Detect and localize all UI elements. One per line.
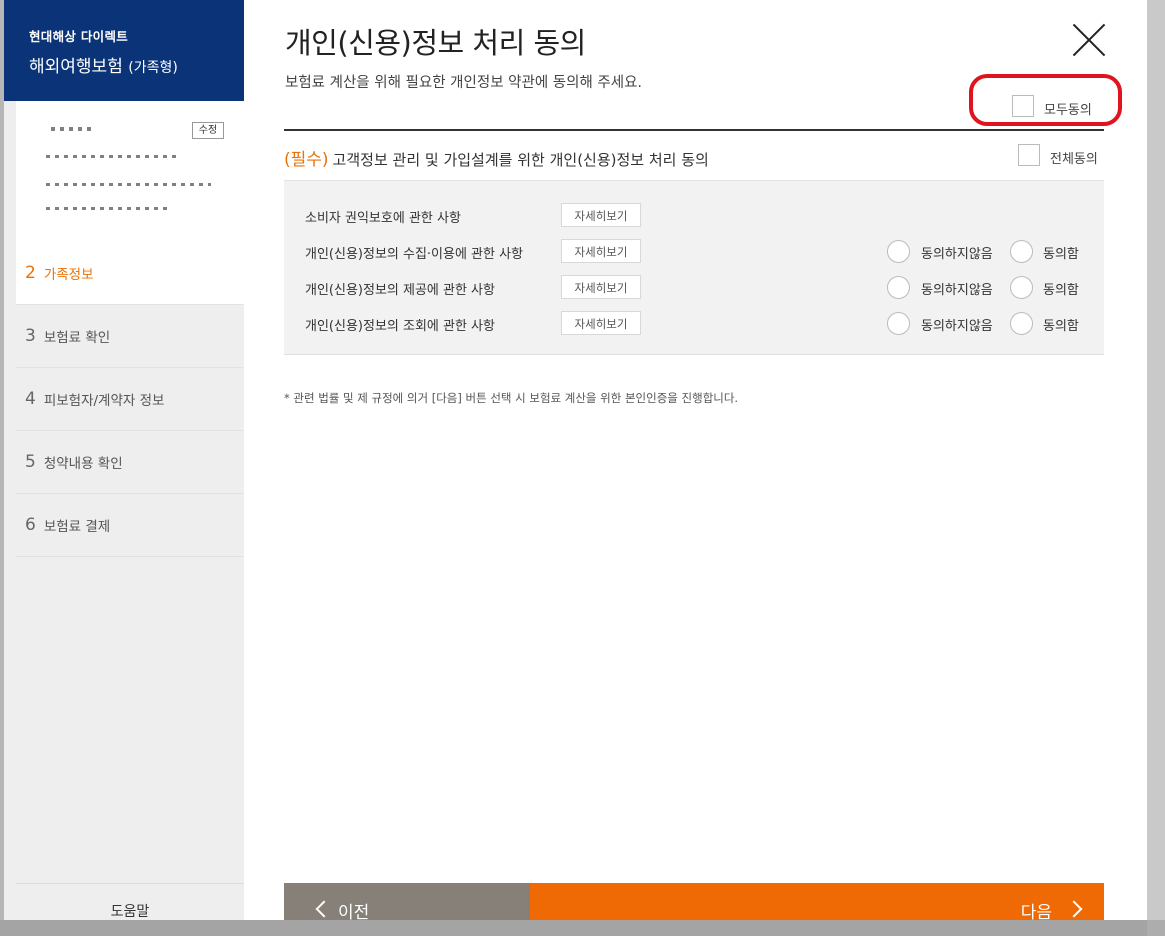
brand-header: 현대해상 다이렉트 해외여행보험 (가족형) [4, 0, 244, 101]
page-subtitle: 보험료 계산을 위해 필요한 개인정보 약관에 동의해 주세요. [285, 75, 643, 91]
agree-radio[interactable] [1010, 312, 1033, 335]
product-title: 해외여행보험 [29, 57, 123, 77]
consent-items: 소비자 권익보호에 관한 사항 자세히보기 개인(신용)정보의 수집·이용에 관… [284, 180, 1104, 355]
consent-modal: 현대해상 다이렉트 해외여행보험 (가족형) 수정 2 가족정보 3 보험료 확… [4, 0, 1147, 920]
detail-button[interactable]: 자세히보기 [561, 239, 641, 263]
section-title: (필수) 고객정보 관리 및 가입설계를 위한 개인(신용)정보 처리 동의 [284, 145, 709, 170]
help-link[interactable]: 도움말 [16, 883, 244, 920]
agree-all-checkbox[interactable] [1012, 95, 1034, 117]
step-premium-payment[interactable]: 6 보험료 결제 [16, 494, 244, 557]
step-application-review[interactable]: 5 청약내용 확인 [16, 431, 244, 494]
agree-all-label[interactable]: 모두동의 [1044, 99, 1092, 118]
next-label: 다음 [1020, 903, 1052, 920]
step-label: 보험료 결제 [43, 519, 111, 535]
agree-label[interactable]: 동의함 [1043, 315, 1079, 334]
divider [284, 129, 1104, 131]
chevron-right-icon [1065, 900, 1083, 918]
product-name: 해외여행보험 (가족형) [29, 52, 178, 77]
chevron-left-icon [315, 900, 333, 918]
agree-radio[interactable] [1010, 276, 1033, 299]
consent-label: 개인(신용)정보의 제공에 관한 사항 [305, 283, 495, 298]
step-label: 청약내용 확인 [43, 456, 123, 472]
detail-button[interactable]: 자세히보기 [561, 203, 641, 227]
disagree-label[interactable]: 동의하지않음 [921, 243, 993, 262]
next-button[interactable]: 다음 [530, 883, 1104, 920]
edit-button[interactable]: 수정 [192, 122, 224, 139]
disagree-radio[interactable] [887, 276, 910, 299]
product-subtitle: (가족형) [128, 60, 178, 76]
redacted-text [46, 155, 176, 158]
prev-label: 이전 [338, 903, 370, 920]
disagree-label[interactable]: 동의하지않음 [921, 315, 993, 334]
legal-note: * 관련 법률 및 제 규정에 의거 [다음] 버튼 선택 시 보험료 계산을 … [284, 391, 739, 405]
step-number: 2 [25, 263, 36, 283]
step-number: 4 [25, 389, 36, 409]
disagree-radio[interactable] [887, 312, 910, 335]
step-premium-check[interactable]: 3 보험료 확인 [16, 305, 244, 368]
redacted-text [46, 183, 211, 186]
close-icon[interactable] [1072, 23, 1106, 57]
consent-label: 개인(신용)정보의 조회에 관한 사항 [305, 319, 495, 334]
agree-label[interactable]: 동의함 [1043, 279, 1079, 298]
section-title-text: 고객정보 관리 및 가입설계를 위한 개인(신용)정보 처리 동의 [332, 151, 709, 169]
step-label: 피보험자/계약자 정보 [43, 393, 165, 409]
step-insured-contractor-info[interactable]: 4 피보험자/계약자 정보 [16, 368, 244, 431]
company-name: 현대해상 다이렉트 [29, 29, 129, 44]
consent-label: 소비자 권익보호에 관한 사항 [305, 211, 461, 226]
vertical-scrollbar[interactable] [1147, 0, 1165, 936]
horizontal-scrollbar[interactable] [0, 920, 1165, 936]
sidebar: 현대해상 다이렉트 해외여행보험 (가족형) 수정 2 가족정보 3 보험료 확… [4, 0, 244, 920]
step-list: 2 가족정보 3 보험료 확인 4 피보험자/계약자 정보 5 청약내용 확인 … [16, 242, 244, 557]
consent-row: 개인(신용)정보의 조회에 관한 사항 자세히보기 동의하지않음 동의함 [284, 311, 1104, 337]
redacted-text [46, 207, 171, 210]
page-title: 개인(신용)정보 처리 동의 [285, 26, 586, 60]
agree-label[interactable]: 동의함 [1043, 243, 1079, 262]
consent-row: 개인(신용)정보의 제공에 관한 사항 자세히보기 동의하지않음 동의함 [284, 275, 1104, 301]
step-number: 5 [25, 452, 36, 472]
consent-row: 개인(신용)정보의 수집·이용에 관한 사항 자세히보기 동의하지않음 동의함 [284, 239, 1104, 265]
consent-label: 개인(신용)정보의 수집·이용에 관한 사항 [305, 247, 524, 262]
consent-row: 소비자 권익보호에 관한 사항 자세히보기 [284, 203, 1104, 229]
agree-all-highlight: 모두동의 [969, 74, 1122, 126]
step-family-info[interactable]: 2 가족정보 [16, 242, 244, 305]
step-number: 3 [25, 326, 36, 346]
section-agree-label[interactable]: 전체동의 [1050, 148, 1098, 167]
step-label: 가족정보 [43, 267, 94, 283]
redacted-text [51, 127, 91, 131]
prev-button[interactable]: 이전 [284, 883, 530, 920]
detail-button[interactable]: 자세히보기 [561, 311, 641, 335]
detail-button[interactable]: 자세히보기 [561, 275, 641, 299]
step-label: 보험료 확인 [43, 330, 111, 346]
agree-radio[interactable] [1010, 240, 1033, 263]
disagree-label[interactable]: 동의하지않음 [921, 279, 993, 298]
step-number: 6 [25, 515, 36, 535]
required-tag: (필수) [284, 150, 329, 170]
section-agree-checkbox[interactable] [1018, 144, 1040, 166]
insured-info-panel: 수정 [16, 101, 244, 242]
disagree-radio[interactable] [887, 240, 910, 263]
